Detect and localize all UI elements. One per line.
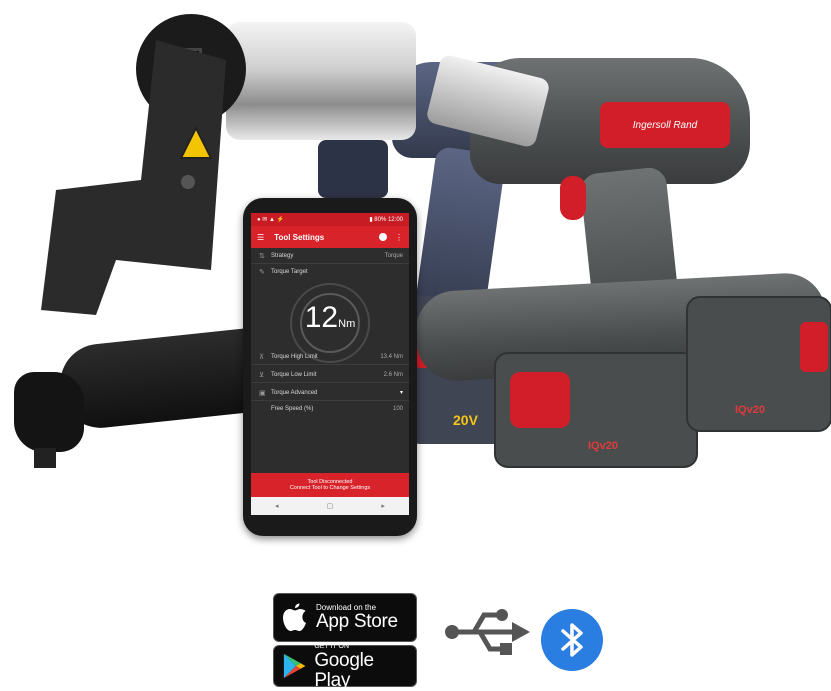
google-play-big-text: Google Play [314,649,374,691]
banner-line-2: Connect Tool to Change Settings [289,485,371,491]
record-icon[interactable] [379,233,387,241]
usb-icon [445,609,530,655]
setting-value: 2.6 Nm [383,371,403,378]
battery-label-front: IQv20 [588,440,618,452]
advanced-icon: ▣ [259,389,266,397]
setting-row-advanced[interactable]: ▣ Torque Advanced ▾ [251,385,409,401]
bluetooth-icon [561,623,583,657]
setting-value: 13.4 Nm [380,353,403,360]
angle-wrench-head [14,372,84,452]
battery-right-stripe [800,322,828,372]
app-bar: ☰ Tool Settings ⋮ [251,226,409,248]
setting-label: Torque Advanced [271,389,318,396]
setting-label: Free Speed (%) [271,406,314,412]
setting-label: Strategy [271,252,294,259]
multiplier-handle [318,140,388,198]
setting-label: Torque Low Limit [271,371,317,378]
brand-plate: Ingersoll Rand [600,102,730,148]
setting-row-low-limit[interactable]: ⊻ Torque Low Limit 2.6 Nm [251,367,409,383]
android-nav-bar: ◂ ▢ ▸ [251,497,409,515]
app-store-text: Download on the App Store [316,603,398,632]
setting-row-strategy[interactable]: ⇅ Strategy Torque [251,248,409,264]
app-title: Tool Settings [274,232,325,242]
play-store-icon [283,653,306,679]
google-play-text: GET IT ON Google Play [314,642,408,691]
grey-tool-trigger [560,176,586,220]
reaction-arm [41,40,226,315]
setting-value: Torque [384,252,403,259]
setting-label: Torque Target [271,269,308,275]
app-store-big-text: App Store [316,611,398,632]
status-bar: ● ✉ ▲ ⚡ ▮ 80% 12:00 [251,213,409,226]
status-right: ▮ 80% 12:00 [369,217,403,223]
hamburger-icon[interactable]: ☰ [257,233,264,242]
phone-screen: ● ✉ ▲ ⚡ ▮ 80% 12:00 ☰ Tool Settings ⋮ ⇅ … [251,213,409,515]
setting-row-torque-target[interactable]: ✎ Torque Target [251,264,409,280]
up-limit-icon: ⊼ [259,353,265,361]
wrench-icon: ✎ [259,269,265,276]
apple-icon [283,603,306,631]
bluetooth-badge [541,609,603,671]
setting-label: Torque High Limit [271,353,318,360]
battery-front-stripe [510,372,570,428]
app-store-badge[interactable]: Download on the App Store [273,593,417,642]
google-play-badge[interactable]: GET IT ON Google Play [273,643,417,690]
connection-banner[interactable]: Tool Disconnected Connect Tool to Change… [251,473,409,497]
torque-value-display: 12Nm [280,301,380,335]
setting-row-high-limit[interactable]: ⊼ Torque High Limit 13.4 Nm [251,349,409,365]
nav-home-icon[interactable]: ▢ [327,502,334,510]
expand-chevron-icon[interactable]: ▾ [400,389,403,396]
voltage-label: 20V [453,412,478,428]
nav-back-icon[interactable]: ◂ [275,502,279,510]
brand-logo-text: Ingersoll Rand [632,119,698,131]
battery-label-right: IQv20 [735,404,765,416]
low-limit-icon: ⊻ [259,371,265,379]
nav-recent-icon[interactable]: ▸ [381,502,385,510]
kebab-icon[interactable]: ⋮ [395,233,403,242]
torque-value: 12 [304,301,339,334]
torque-multiplier-cylinder [226,22,416,140]
setting-row-free-speed[interactable]: Free Speed (%) 100 [251,401,409,417]
strategy-icon: ⇅ [259,252,265,260]
torque-unit: Nm [338,318,356,330]
status-left: ● ✉ ▲ ⚡ [257,217,285,223]
angle-wrench-drive [34,448,56,468]
setting-value: 100 [392,406,403,412]
